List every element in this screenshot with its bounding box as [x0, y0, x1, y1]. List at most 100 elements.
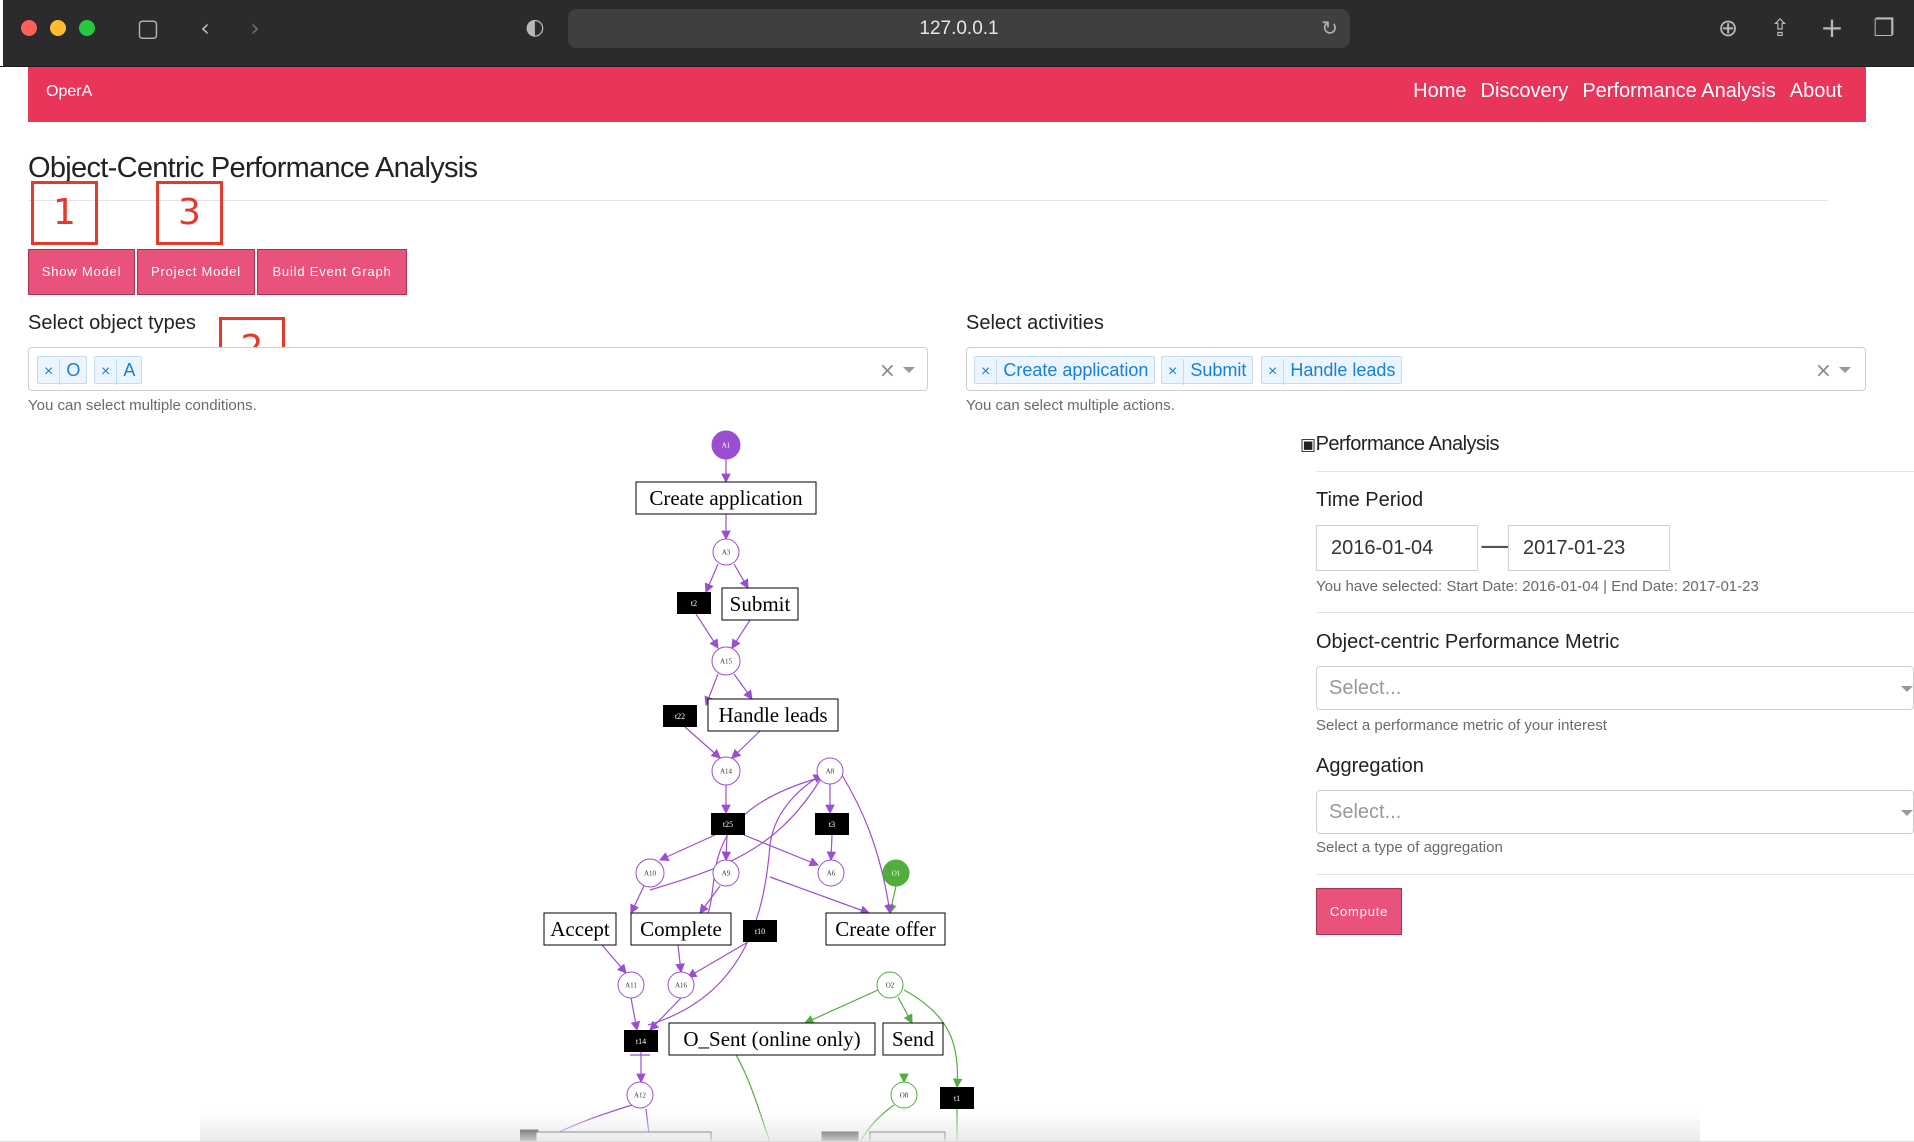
performance-analysis-heading[interactable]: ▣Performance Analysis — [1300, 433, 1499, 456]
place-a6: A6 — [817, 859, 845, 887]
clear-icon[interactable]: × — [1815, 358, 1832, 382]
svg-text:t1: t1 — [954, 1094, 960, 1103]
svg-text:Submit: Submit — [730, 592, 791, 616]
arc — [743, 834, 820, 867]
place-a12: A12 — [626, 1081, 654, 1109]
object-centric-petri-net: A1 A3 A15 A14 A8 A10 A9 A6 O1 A11 A16 O2 A12 O8 Create… — [520, 430, 974, 1142]
arc — [769, 876, 871, 915]
svg-text:t25: t25 — [723, 820, 733, 829]
minimize-window-button[interactable] — [50, 20, 66, 36]
app-navbar: OperA Home Discovery Performance Analysi… — [28, 67, 1866, 122]
shield-icon[interactable]: ◐ — [521, 13, 549, 43]
activity-tag-create-application: × Create application — [974, 356, 1156, 385]
activity-o-sent: O_Sent (online only) — [668, 1022, 876, 1056]
activities-select[interactable]: × Create application × Submit × Handle lead… — [966, 347, 1866, 391]
download-icon[interactable]: ⊕ — [1713, 13, 1743, 43]
remove-tag-icon[interactable]: × — [1262, 359, 1285, 385]
date-selection-note: You have selected: Start Date: 2016-01-0… — [1316, 578, 1759, 595]
share-icon[interactable]: ⇪ — [1765, 13, 1795, 43]
arc — [803, 989, 879, 1024]
metric-label: Object-centric Performance Metric — [1316, 631, 1620, 653]
svg-text:A14: A14 — [720, 768, 733, 776]
arc — [841, 774, 894, 915]
place-a14: A14 — [711, 756, 741, 786]
object-types-select[interactable]: × O × A × — [28, 347, 928, 391]
sidebar-icon[interactable]: ▢ — [131, 13, 165, 43]
chevron-down-icon[interactable] — [903, 367, 915, 373]
maximize-window-button[interactable] — [79, 20, 95, 36]
svg-text:O1: O1 — [892, 870, 901, 878]
place-a10: A10 — [635, 858, 665, 888]
activity-create-offer: Create offer — [825, 912, 946, 946]
arc — [731, 619, 751, 650]
remove-tag-icon[interactable]: × — [95, 359, 118, 385]
activity-accept: Accept — [543, 912, 617, 946]
object-types-help: You can select multiple conditions. — [28, 397, 257, 414]
object-types-label: Select object types — [28, 312, 196, 334]
place-a11: A11 — [617, 971, 645, 999]
arc — [721, 834, 732, 862]
remove-tag-icon[interactable]: × — [1162, 359, 1185, 385]
activities-label: Select activities — [966, 312, 1104, 334]
arc — [675, 944, 685, 974]
reload-icon[interactable]: ↻ — [1321, 9, 1338, 48]
chevron-down-icon[interactable] — [1901, 686, 1913, 692]
nav-home[interactable]: Home — [1413, 77, 1466, 105]
project-model-button[interactable]: Project Model — [137, 249, 255, 295]
section-divider — [1316, 874, 1914, 875]
annotation-marker-1: 1 — [31, 181, 98, 245]
start-date-input[interactable]: 2016-01-04 — [1316, 525, 1478, 571]
time-period-label: Time Period — [1316, 489, 1424, 511]
aggregation-select[interactable]: Select... — [1316, 790, 1914, 834]
clear-icon[interactable]: × — [879, 358, 896, 382]
activity-tag-submit: × Submit — [1161, 356, 1254, 385]
place-a15: A15 — [711, 646, 741, 676]
activity-handle-leads: Handle leads — [707, 698, 839, 732]
silent-transition-t2: t2 — [677, 592, 711, 614]
compute-button[interactable]: Compute — [1316, 888, 1402, 935]
svg-text:Complete: Complete — [640, 917, 722, 941]
arc — [704, 563, 719, 594]
show-model-button[interactable]: Show Model — [28, 249, 135, 295]
place-a9: A9 — [712, 859, 740, 887]
svg-text:O2: O2 — [886, 982, 895, 990]
arc — [630, 997, 641, 1032]
remove-tag-icon[interactable]: × — [38, 359, 61, 385]
svg-text:A12: A12 — [634, 1092, 647, 1100]
arc — [658, 834, 716, 861]
chevron-down-icon[interactable] — [1901, 810, 1913, 816]
collapse-toggle-icon[interactable]: ▣ — [1300, 435, 1316, 455]
svg-text:O_Sent (online only): O_Sent (online only) — [683, 1027, 860, 1051]
arc — [897, 996, 913, 1025]
back-icon[interactable]: ‹ — [195, 13, 215, 43]
nav-links: Home Discovery Performance Analysis Abou… — [1413, 77, 1842, 105]
place-o8: O8 — [890, 1081, 918, 1109]
svg-text:Create offer: Create offer — [835, 917, 935, 941]
build-event-graph-button[interactable]: Build Event Graph — [257, 249, 407, 295]
chevron-down-icon[interactable] — [1839, 367, 1851, 373]
arc — [826, 834, 837, 862]
svg-text:A8: A8 — [826, 768, 835, 776]
remove-tag-icon[interactable]: × — [975, 359, 998, 385]
browser-toolbar: ▢ ‹ › ◐ 127.0.0.1 ↻ ⊕ ⇪ + ❐ — [3, 0, 1914, 66]
end-date-input[interactable]: 2017-01-23 — [1508, 525, 1670, 571]
nav-about[interactable]: About — [1790, 77, 1842, 105]
forward-icon[interactable]: › — [245, 13, 265, 43]
arc — [733, 673, 753, 700]
new-tab-icon[interactable]: + — [1817, 13, 1847, 43]
silent-transition-t10: t10 — [743, 920, 777, 942]
address-bar[interactable]: 127.0.0.1 ↻ — [568, 9, 1350, 48]
nav-discovery[interactable]: Discovery — [1481, 77, 1569, 105]
tab-overview-icon[interactable]: ❐ — [1869, 13, 1899, 43]
metric-select[interactable]: Select... — [1316, 666, 1914, 710]
activity-create-application: Create application — [635, 481, 817, 515]
nav-performance-analysis[interactable]: Performance Analysis — [1582, 77, 1775, 105]
annotation-marker-3: 3 — [156, 181, 223, 245]
svg-text:A3: A3 — [722, 549, 731, 557]
silent-transition-t3: t3 — [815, 813, 849, 835]
place-o1: O1 — [882, 859, 910, 887]
svg-text:A15: A15 — [720, 658, 733, 666]
activity-send: Send — [882, 1022, 944, 1056]
brand-logo[interactable]: OperA — [46, 83, 92, 101]
close-window-button[interactable] — [21, 20, 37, 36]
